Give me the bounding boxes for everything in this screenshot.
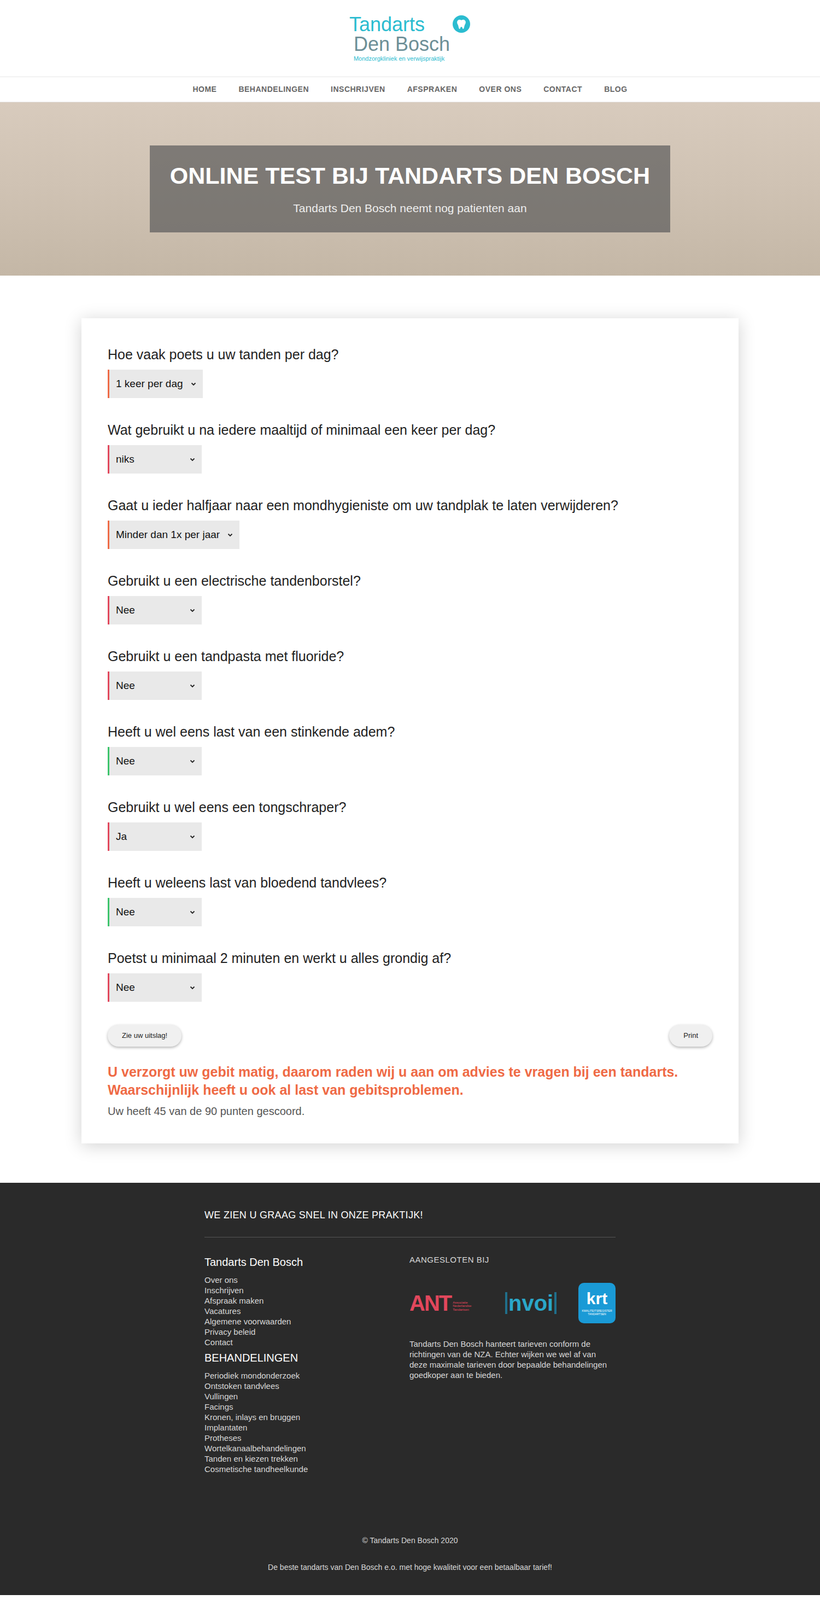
answer-value: Nee bbox=[115, 753, 136, 770]
footer-link[interactable]: Facings bbox=[204, 1401, 410, 1412]
chevron-down-icon bbox=[189, 456, 196, 462]
nav-item[interactable]: AFSPRAKEN bbox=[407, 83, 458, 96]
footer-link[interactable]: Kronen, inlays en bruggen bbox=[204, 1411, 410, 1422]
site-header: TandartsDen BoschMondzorgkliniek en verw… bbox=[0, 0, 820, 77]
answer-select[interactable]: 1 keer per dag bbox=[107, 369, 203, 398]
logo-tagline: Mondzorgkliniek en verwijspraktijk bbox=[349, 55, 445, 62]
answer-select[interactable]: Nee bbox=[107, 973, 202, 1002]
question-block: Gebruikt u een tandpasta met fluoride? Ne… bbox=[107, 647, 713, 700]
logo-line2: Den Bosch bbox=[349, 34, 450, 55]
answer-value: Nee bbox=[115, 602, 136, 619]
question-label: Gebruikt u een electrische tandenborstel… bbox=[107, 571, 361, 590]
footer-link[interactable]: Afspraak maken bbox=[204, 1295, 410, 1306]
footer-link[interactable]: Protheses bbox=[204, 1432, 410, 1443]
answer-value: 1 keer per dag bbox=[115, 376, 184, 392]
answer-value: niks bbox=[115, 451, 135, 468]
answer-value: Minder dan 1x per jaar bbox=[115, 526, 220, 543]
copyright: © Tandarts Den Bosch 2020 bbox=[361, 1534, 458, 1546]
nav-item[interactable]: OVER ONS bbox=[478, 83, 522, 96]
answer-select[interactable]: niks bbox=[107, 444, 202, 474]
button-row: Zie uw uitslag! Print bbox=[107, 1024, 713, 1047]
answer-value: Nee bbox=[115, 904, 136, 921]
chevron-down-icon bbox=[189, 607, 196, 613]
nav-item[interactable]: BLOG bbox=[604, 83, 628, 96]
footer-heading: BEHANDELINGEN bbox=[204, 1349, 410, 1366]
question-label: Heeft u weleens last van bloedend tandvl… bbox=[107, 873, 387, 892]
hero-title: ONLINE TEST BIJ TANDARTS DEN BOSCH bbox=[170, 162, 650, 189]
footer-link[interactable]: Cosmetische tandheelkunde bbox=[204, 1463, 410, 1474]
footer-link[interactable]: Implantaten bbox=[204, 1421, 410, 1433]
hero: ONLINE TEST BIJ TANDARTS DEN BOSCH Tandar… bbox=[0, 102, 820, 276]
chevron-down-icon bbox=[189, 909, 196, 915]
quiz-card: Hoe vaak poets u uw tanden per dag? 1 kee… bbox=[81, 318, 739, 1144]
main-nav: HOME BEHANDELINGEN INSCHRIJVEN AFSPRAKEN OVE… bbox=[0, 76, 820, 103]
nvoi-logo[interactable]: nvoi bbox=[505, 1291, 557, 1314]
question-block: Wat gebruikt u na iedere maaltijd of min… bbox=[107, 420, 713, 474]
question-label: Wat gebruikt u na iedere maaltijd of min… bbox=[107, 420, 496, 439]
ant-logo[interactable]: ANTAssociatie Nederlandse Tandartsen bbox=[409, 1291, 484, 1314]
footer-link[interactable]: Over ons bbox=[204, 1274, 410, 1285]
chevron-down-icon bbox=[189, 758, 196, 764]
footer-link[interactable]: Tanden en kiezen trekken bbox=[204, 1453, 410, 1464]
footer-heading: Tandarts Den Bosch bbox=[204, 1253, 410, 1270]
result-button[interactable]: Zie uw uitslag! bbox=[107, 1024, 182, 1047]
answer-value: Nee bbox=[115, 979, 136, 996]
answer-select[interactable]: Nee bbox=[107, 746, 202, 776]
nav-item[interactable]: CONTACT bbox=[543, 83, 583, 96]
question-block: Heeft u weleens last van bloedend tandvl… bbox=[107, 873, 713, 927]
footer-link[interactable]: Inschrijven bbox=[204, 1284, 410, 1296]
result-verdict: U verzorgt uw gebit matig, daarom raden … bbox=[107, 1062, 713, 1099]
footer-link[interactable]: Periodiek mondonderzoek bbox=[204, 1369, 410, 1381]
logo-line1: Tandarts bbox=[349, 14, 425, 35]
answer-value: Ja bbox=[115, 828, 127, 845]
question-block: Gebruikt u een electrische tandenborstel… bbox=[107, 571, 713, 625]
nav-item[interactable]: INSCHRIJVEN bbox=[330, 83, 386, 96]
question-label: Hoe vaak poets u uw tanden per dag? bbox=[107, 345, 339, 363]
krt-logo[interactable]: krtKWALITEITSREGISTER TANDARTSEN bbox=[578, 1282, 616, 1323]
footer-link[interactable]: Ontstoken tandvlees bbox=[204, 1380, 410, 1391]
question-label: Gebruikt u wel eens een tongschraper? bbox=[107, 798, 347, 816]
site-footer: WE ZIEN U GRAAG SNEL IN ONZE PRAKTIJK! Ta… bbox=[0, 1182, 820, 1595]
question-block: Poetst u minimaal 2 minuten en werkt u a… bbox=[107, 949, 713, 1002]
rates-text: Tandarts Den Bosch hanteert tarieven con… bbox=[409, 1338, 616, 1380]
footer-link[interactable]: Privacy beleid bbox=[204, 1326, 410, 1337]
chevron-down-icon bbox=[189, 984, 196, 991]
question-block: Gaat u ieder halfjaar naar een mondhygie… bbox=[107, 496, 713, 549]
nav-item[interactable]: HOME bbox=[192, 83, 217, 96]
print-button[interactable]: Print bbox=[669, 1024, 713, 1047]
question-label: Gebruikt u een tandpasta met fluoride? bbox=[107, 647, 344, 665]
footer-link[interactable]: Vullingen bbox=[204, 1390, 410, 1402]
logo[interactable]: TandartsDen BoschMondzorgkliniek en verw… bbox=[349, 14, 471, 62]
chevron-down-icon bbox=[189, 833, 196, 840]
answer-select[interactable]: Nee bbox=[107, 897, 202, 927]
hero-banner: ONLINE TEST BIJ TANDARTS DEN BOSCH Tandar… bbox=[149, 145, 671, 233]
footer-link[interactable]: Contact bbox=[204, 1336, 410, 1347]
footer-link[interactable]: Wortelkanaalbehandelingen bbox=[204, 1442, 410, 1454]
chevron-down-icon bbox=[190, 381, 197, 387]
nav-item[interactable]: BEHANDELINGEN bbox=[238, 83, 309, 96]
footer-link[interactable]: Algemene voorwaarden bbox=[204, 1315, 410, 1327]
affiliations: AANGESLOTEN BIJ ANTAssociatie Nederlandse… bbox=[409, 1253, 616, 1474]
question-label: Heeft u wel eens last van een stinkende … bbox=[107, 722, 395, 741]
answer-select[interactable]: Nee bbox=[107, 595, 202, 625]
result-score: Uw heeft 45 van de 90 punten gescoord. bbox=[107, 1102, 713, 1120]
footer-title: WE ZIEN U GRAAG SNEL IN ONZE PRAKTIJK! bbox=[204, 1207, 616, 1238]
chevron-down-icon bbox=[227, 531, 233, 538]
chevron-down-icon bbox=[189, 682, 196, 689]
footer-heading: AANGESLOTEN BIJ bbox=[409, 1253, 616, 1267]
answer-value: Nee bbox=[115, 677, 136, 694]
answer-select[interactable]: Minder dan 1x per jaar bbox=[107, 520, 240, 549]
footer-links: Tandarts Den Bosch Over onsInschrijvenAfs… bbox=[204, 1253, 410, 1474]
answer-select[interactable]: Ja bbox=[107, 822, 202, 851]
question-block: Gebruikt u wel eens een tongschraper? Ja bbox=[107, 798, 713, 851]
question-label: Poetst u minimaal 2 minuten en werkt u a… bbox=[107, 949, 451, 967]
question-block: Heeft u wel eens last van een stinkende … bbox=[107, 722, 713, 776]
hero-subtitle: Tandarts Den Bosch neemt nog patienten a… bbox=[293, 199, 527, 218]
tooth-icon bbox=[452, 14, 471, 34]
footer-tagline: De beste tandarts van Den Bosch e.o. met… bbox=[267, 1561, 553, 1573]
question-block: Hoe vaak poets u uw tanden per dag? 1 kee… bbox=[107, 345, 713, 398]
question-label: Gaat u ieder halfjaar naar een mondhygie… bbox=[107, 496, 619, 514]
footer-link[interactable]: Vacatures bbox=[204, 1305, 410, 1316]
answer-select[interactable]: Nee bbox=[107, 671, 202, 700]
